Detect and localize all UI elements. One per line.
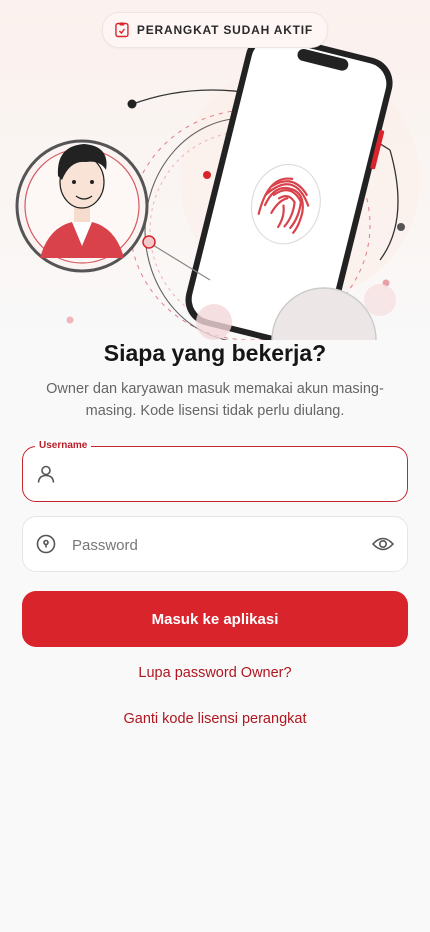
login-button[interactable]: Masuk ke aplikasi [22, 591, 408, 647]
password-input[interactable] [70, 517, 363, 573]
lock-icon [35, 533, 57, 555]
password-field[interactable] [22, 516, 408, 573]
phone-license-icon [115, 22, 129, 38]
phone-fingerprint-illustration [15, 33, 420, 340]
device-active-badge: PERANGKAT SUDAH AKTIF [101, 12, 329, 48]
page-title: Siapa yang bekerja? [103, 340, 327, 366]
hero-illustration [0, 0, 430, 340]
eye-icon[interactable] [371, 532, 395, 556]
change-license-link[interactable]: Ganti kode lisensi perangkat [0, 711, 430, 727]
username-field[interactable]: Username [22, 440, 408, 503]
username-input[interactable] [70, 447, 363, 503]
forgot-password-link[interactable]: Lupa password Owner? [0, 665, 430, 681]
badge-label: PERANGKAT SUDAH AKTIF [136, 23, 314, 37]
page-subtitle: Owner dan karyawan masuk memakai akun ma… [46, 381, 384, 419]
user-icon [35, 463, 57, 485]
